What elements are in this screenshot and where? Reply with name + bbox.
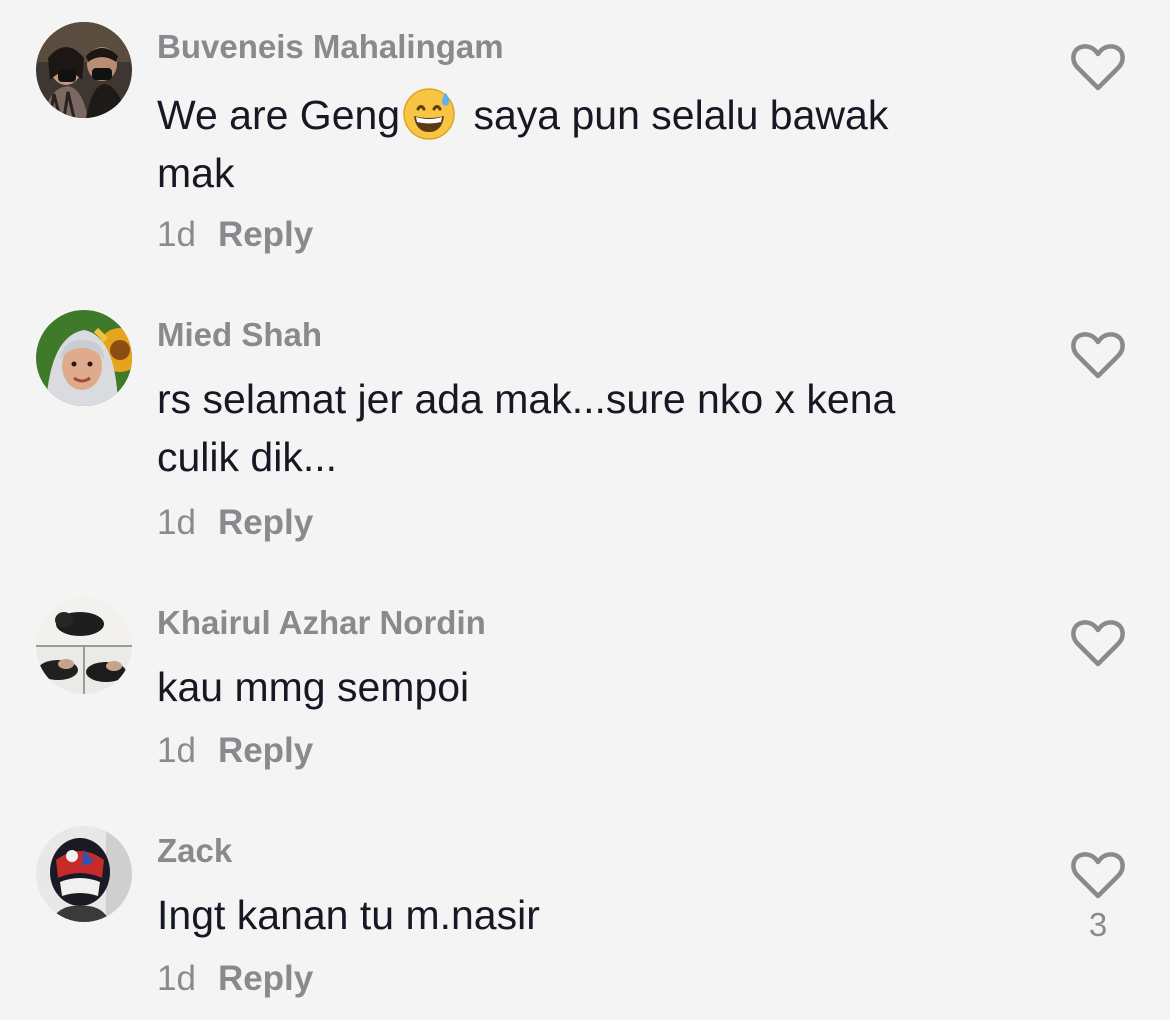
grinning-sweat-emoji-icon (403, 88, 455, 140)
like-button[interactable] (1070, 330, 1126, 386)
comment-username[interactable]: Buveneis Mahalingam (157, 28, 504, 66)
like-button[interactable] (1070, 42, 1126, 98)
avatar-image (36, 22, 132, 118)
comment-item: Zack Ingt kanan tu m.nasir 1d Reply 3 (0, 804, 1170, 1020)
reply-button[interactable]: Reply (218, 959, 313, 998)
comment-time: 1d (157, 731, 196, 770)
comment-text: kau mmg sempoi (157, 664, 470, 710)
comment-time: 1d (157, 215, 196, 254)
avatar-image (36, 598, 132, 694)
comment-item: Buveneis Mahalingam We are Geng saya pun… (0, 0, 1170, 288)
like-button[interactable]: 3 (1070, 850, 1126, 944)
like-button[interactable] (1070, 618, 1126, 674)
reply-button[interactable]: Reply (218, 731, 313, 770)
comment-meta: 1d Reply (157, 503, 313, 543)
comment-meta: 1d Reply (157, 959, 313, 999)
avatar[interactable] (36, 22, 132, 118)
comment-item: Mied Shah rs selamat jer ada mak...sure … (0, 288, 1170, 576)
like-count: 3 (1088, 906, 1108, 943)
avatar-image (36, 826, 132, 922)
comment-username[interactable]: Mied Shah (157, 316, 322, 354)
reply-button[interactable]: Reply (218, 503, 313, 542)
reply-button[interactable]: Reply (218, 215, 313, 254)
avatar-image (36, 310, 132, 406)
comment-username[interactable]: Khairul Azhar Nordin (157, 604, 486, 642)
comment-text: Ingt kanan tu m.nasir (157, 892, 540, 938)
avatar[interactable] (36, 826, 132, 922)
comment-text: rs selamat jer ada mak...sure nko x kena… (157, 376, 896, 480)
comment-time: 1d (157, 503, 196, 542)
comment-text: We are Geng saya pun selalu bawak mak (157, 86, 957, 202)
comment-meta: 1d Reply (157, 215, 313, 255)
comment-text-part: We are Geng (157, 92, 401, 138)
avatar[interactable] (36, 598, 132, 694)
avatar[interactable] (36, 310, 132, 406)
comment-list: Buveneis Mahalingam We are Geng saya pun… (0, 0, 1170, 1020)
comment-item: Khairul Azhar Nordin kau mmg sempoi 1d Re… (0, 576, 1170, 804)
comment-time: 1d (157, 959, 196, 998)
heart-outline-icon (1071, 44, 1125, 91)
heart-outline-icon (1071, 620, 1125, 667)
heart-outline-icon (1071, 332, 1125, 379)
comment-username[interactable]: Zack (157, 832, 232, 870)
heart-outline-icon (1071, 852, 1125, 899)
comment-meta: 1d Reply (157, 731, 313, 771)
